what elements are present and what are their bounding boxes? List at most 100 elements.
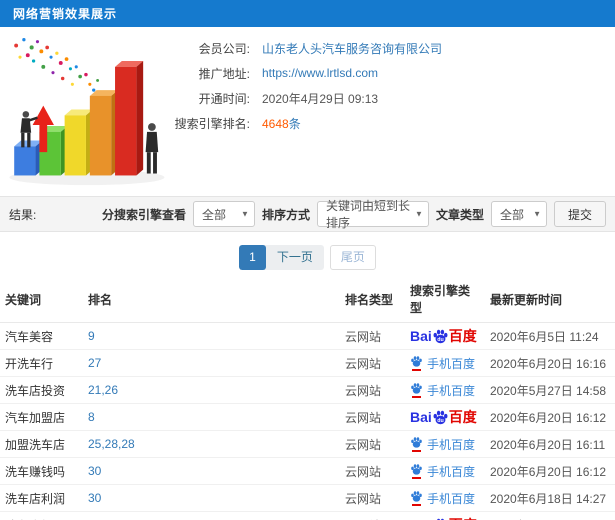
rank-type-cell: 云网站: [340, 322, 405, 350]
table-row: 汽车美容 9 云网站 Bai du 百度 2020年6月5日 11:24: [0, 322, 615, 350]
open-time-row: 开通时间: 2020年4月29日 09:13: [162, 90, 612, 106]
table-row: 洗车店利润 30 云网站 手机百度 2020年6月18日 14:27: [0, 484, 615, 512]
baidu-mobile-label: 手机百度: [427, 383, 476, 398]
updated-cell: 2020年6月20日 16:16: [485, 349, 615, 377]
rank-type-cell: 云网站: [340, 430, 405, 458]
keyword-cell: 汽车加盟店: [0, 403, 83, 431]
baidu-mobile-logo: 手机百度: [410, 463, 475, 480]
member-company-row: 会员公司: 山东老人头汽车服务咨询有限公司: [162, 40, 612, 56]
results-table: 关键词 排名 排名类型 搜索引擎类型 最新更新时间 汽车美容 9 云网站 Bai: [0, 276, 615, 520]
chevron-down-icon: ▼: [533, 209, 541, 219]
engine-cell: 手机百度: [405, 430, 485, 458]
baidu-mobile-paw-icon: [410, 382, 423, 398]
engine-rank-unit: 条: [288, 116, 301, 131]
confetti-dots: [14, 38, 100, 92]
header-keyword: 关键词: [0, 276, 83, 323]
chevron-down-icon: ▼: [241, 209, 249, 219]
baidu-pc-logo: Bai du 百度: [410, 515, 477, 520]
baidu-mobile-underline: [412, 369, 421, 371]
table-row: 加盟洗车店 25,28,28 云网站 手机百度 2020年6月20日 16:11: [0, 430, 615, 458]
rank-cell[interactable]: 25,28,28: [83, 430, 340, 458]
rank-cell[interactable]: 27: [83, 349, 340, 377]
table-row: 汽车加盟店 8 云网站 Bai du 百度 2020年6月20日 16:12: [0, 403, 615, 431]
engine-filter-value: 全部: [201, 207, 226, 222]
baidu-mobile-label: 手机百度: [427, 356, 476, 371]
baidu-mobile-underline: [412, 504, 421, 506]
sort-filter-select[interactable]: 关键词由短到长排序 ▼: [316, 199, 429, 230]
rank-type-cell: 云网站: [340, 376, 405, 404]
results-table-body: 汽车美容 9 云网站 Bai du 百度 2020年6月5日 11:24 开洗车…: [0, 322, 615, 520]
promo-url-link[interactable]: https://www.lrtlsd.com: [262, 66, 378, 80]
pagination: 1 下一页 尾页: [0, 245, 615, 270]
engine-filter-select[interactable]: 全部 ▼: [192, 201, 255, 227]
updated-cell: 2020年6月5日 11:24: [485, 322, 615, 350]
baidu-prefix: Bai: [410, 409, 432, 425]
baidu-mobile-logo: 手机百度: [410, 382, 475, 399]
rank-cell[interactable]: 8: [83, 403, 340, 431]
engine-rank-value: 4648条: [262, 115, 301, 132]
baidu-mobile-logo: 手机百度: [410, 436, 475, 453]
sort-filter-value: 关键词由短到长排序: [325, 199, 410, 230]
baidu-suffix: 百度: [448, 409, 477, 425]
filter-bar: 结果: 分搜索引擎查看 全部 ▼ 排序方式 关键词由短到长排序 ▼ 文章类型 全…: [0, 196, 615, 232]
baidu-mobile-paw-icon: [410, 436, 423, 452]
company-info: 会员公司: 山东老人头汽车服务咨询有限公司 推广地址: https://www.…: [162, 40, 612, 140]
engine-rank-row: 搜索引擎排名: 4648条: [162, 115, 612, 131]
sort-filter-label: 排序方式: [261, 207, 310, 222]
pagination-last-button[interactable]: 尾页: [329, 245, 376, 270]
page-title: 网络营销效果展示: [13, 7, 118, 21]
businessman-right: [145, 123, 159, 174]
baidu-mobile-underline: [412, 477, 421, 479]
engine-cell: 手机百度: [405, 349, 485, 377]
baidu-mobile-logo: 手机百度: [410, 355, 475, 372]
keyword-cell: 汽车美容: [0, 322, 83, 350]
result-label: 结果:: [9, 207, 37, 222]
bar-red: [115, 61, 144, 176]
baidu-mobile-underline: [412, 450, 421, 452]
keyword-cell: 洗车店加盟: [0, 511, 83, 520]
engine-cell: Bai du 百度: [405, 403, 485, 431]
baidu-mobile-paw-icon: [410, 490, 423, 506]
engine-rank-count: 4648: [262, 116, 289, 131]
member-company-label: 会员公司:: [198, 41, 250, 56]
rank-type-cell: 云网站: [340, 457, 405, 485]
rank-type-cell: 云网站: [340, 511, 405, 520]
engine-rank-label: 搜索引擎排名:: [174, 116, 250, 131]
table-row: 洗车赚钱吗 30 云网站 手机百度 2020年6月20日 16:12: [0, 457, 615, 485]
top-bar: 网络营销效果展示: [0, 0, 615, 27]
baidu-suffix: 百度: [448, 328, 477, 344]
type-filter-select[interactable]: 全部 ▼: [490, 201, 547, 227]
open-time-value: 2020年4月29日 09:13: [262, 91, 379, 106]
pagination-next-button[interactable]: 下一页: [266, 245, 324, 270]
baidu-mobile-logo: 手机百度: [410, 490, 475, 507]
type-filter-value: 全部: [499, 207, 524, 222]
baidu-mobile-underline: [412, 396, 421, 398]
rank-cell[interactable]: 9: [83, 322, 340, 350]
engine-filter-label: 分搜索引擎查看: [101, 207, 186, 222]
rank-cell[interactable]: 21,26: [83, 376, 340, 404]
rank-cell[interactable]: 3: [83, 511, 340, 520]
keyword-cell: 洗车赚钱吗: [0, 457, 83, 485]
rank-type-cell: 云网站: [340, 403, 405, 431]
pagination-current-page[interactable]: 1: [239, 245, 266, 270]
rank-cell[interactable]: 30: [83, 484, 340, 512]
baidu-mobile-label: 手机百度: [427, 491, 476, 506]
chevron-down-icon: ▼: [415, 209, 423, 219]
engine-cell: 手机百度: [405, 376, 485, 404]
submit-button[interactable]: 提交: [553, 201, 606, 227]
member-company-link[interactable]: 山东老人头汽车服务咨询有限公司: [262, 40, 442, 57]
table-row: 洗车店投资 21,26 云网站 手机百度 2020年5月27日 14:58: [0, 376, 615, 404]
promo-url-label: 推广地址:: [198, 66, 250, 81]
baidu-suffix: 百度: [449, 515, 477, 520]
rank-type-cell: 云网站: [340, 484, 405, 512]
updated-cell: 2020年6月20日 16:11: [485, 430, 615, 458]
table-row: 开洗车行 27 云网站 手机百度 2020年6月20日 16:16: [0, 349, 615, 377]
page: 网络营销效果展示 会员公司: 山东老人头汽车服务咨询有限公司 推广地址: htt…: [0, 0, 615, 520]
bar-orange: [89, 90, 118, 176]
engine-cell: 手机百度: [405, 484, 485, 512]
table-row: 洗车店加盟 3 云网站 Bai du 百度: [0, 511, 615, 520]
header-engine-type: 搜索引擎类型: [405, 276, 485, 323]
keyword-cell: 洗车店投资: [0, 376, 83, 404]
rank-cell[interactable]: 30: [83, 457, 340, 485]
engine-cell: Bai du 百度: [405, 511, 485, 520]
